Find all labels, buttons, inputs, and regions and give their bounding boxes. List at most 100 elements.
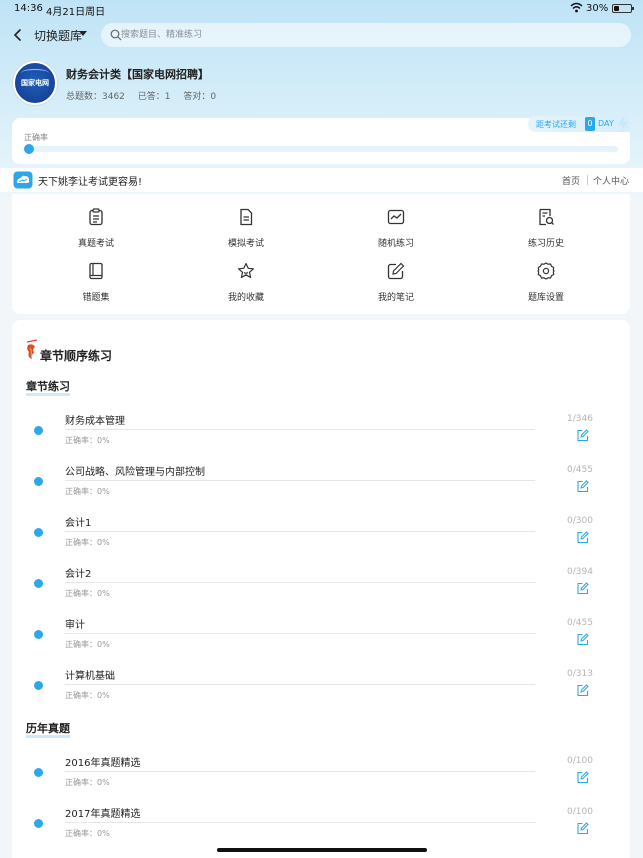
countdown-unit: DAY <box>598 119 614 128</box>
history-icon <box>539 208 554 226</box>
chapter-accuracy: 正确率：0% <box>65 436 110 445</box>
edit-icon[interactable] <box>576 771 589 784</box>
flag-icon <box>26 339 38 359</box>
bullet-dot <box>34 528 43 537</box>
clipboard-icon <box>89 208 103 226</box>
chapter-row[interactable]: 会计1 正确率：0% 0/300 <box>12 510 630 561</box>
section-heading: 章节顺序练习 <box>40 349 113 363</box>
chapter-count: 0/394 <box>567 567 593 577</box>
back-arrow-icon[interactable] <box>10 26 26 44</box>
edit-icon[interactable] <box>576 582 589 595</box>
countdown-days: 0 <box>585 117 595 131</box>
lightning-icon <box>618 116 628 132</box>
row-divider <box>65 429 535 430</box>
row-divider <box>65 684 535 685</box>
chapter-count: 0/100 <box>567 756 593 766</box>
battery-icon <box>612 4 634 13</box>
home-link[interactable]: 首页 <box>562 174 580 187</box>
chapter-row[interactable]: 审计 正确率：0% 0/455 <box>12 612 630 663</box>
slogan-bar: 天下姚李让考试更容易! 首页 个人中心 <box>0 168 643 192</box>
menu-label: 错题集 <box>82 293 110 303</box>
chapter-accuracy: 正确率：0% <box>65 589 110 598</box>
row-divider <box>65 531 535 532</box>
document-icon <box>240 208 253 226</box>
chapter-name: 会计1 <box>65 518 92 529</box>
menu-item-notes[interactable]: 我的笔记 <box>336 262 456 312</box>
bank-stats: 总题数：3462 已答：1 答对：0 <box>66 89 226 102</box>
correct-count: 答对：0 <box>183 92 217 102</box>
row-divider <box>65 771 535 772</box>
chapter-row[interactable]: 计算机基础 正确率：0% 0/313 <box>12 663 630 714</box>
menu-item-bank-settings[interactable]: 题库设置 <box>486 262 606 312</box>
menu-label: 模拟考试 <box>227 239 264 249</box>
edit-icon[interactable] <box>576 429 589 442</box>
logo-arc <box>21 69 49 77</box>
menu-label: 随机练习 <box>377 239 414 249</box>
chapter-count: 0/313 <box>567 669 593 679</box>
answered-count: 已答：1 <box>137 92 171 102</box>
chapter-accuracy: 正确率：0% <box>65 538 110 547</box>
chapter-count: 0/455 <box>567 618 593 628</box>
row-divider <box>65 633 535 634</box>
caret-down-icon[interactable] <box>79 31 87 36</box>
accuracy-progress-track <box>24 146 618 152</box>
chapter-row[interactable]: 会计2 正确率：0% 0/394 <box>12 561 630 612</box>
chapter-accuracy: 正确率：0% <box>65 691 110 700</box>
edit-icon[interactable] <box>576 633 589 646</box>
bullet-dot <box>34 477 43 486</box>
wifi-icon <box>570 2 583 13</box>
chapter-accuracy: 正确率：0% <box>65 487 110 496</box>
profile-link[interactable]: 个人中心 <box>593 174 629 187</box>
edit-icon[interactable] <box>576 684 589 697</box>
edit-icon[interactable] <box>576 822 589 835</box>
bullet-dot <box>34 768 43 777</box>
chapter-count: 1/346 <box>567 414 593 424</box>
chapter-row[interactable]: 2016年真题精选 正确率：0% 0/100 <box>12 750 630 801</box>
logo-text: 国家电网 <box>21 79 49 87</box>
row-divider <box>65 582 535 583</box>
chart-icon <box>387 209 405 225</box>
menu-item-mock-exam[interactable]: 模拟考试 <box>186 208 306 258</box>
feature-menu: 真题考试 模拟考试 随机练习 练习历史 错题集 我的收藏 我的笔记 题库设置 <box>12 194 630 314</box>
bullet-dot <box>34 630 43 639</box>
bullet-dot <box>34 579 43 588</box>
chapter-row[interactable]: 财务成本管理 正确率：0% 1/346 <box>12 408 630 459</box>
chapter-count: 0/455 <box>567 465 593 475</box>
bullet-dot <box>34 681 43 690</box>
menu-item-wrong-answers[interactable]: 错题集 <box>36 262 156 312</box>
chapter-name: 计算机基础 <box>65 671 115 682</box>
menu-label: 题库设置 <box>527 293 564 303</box>
countdown-label: 距考试还剩 <box>536 120 576 129</box>
slogan-text: 天下姚李让考试更容易! <box>38 177 143 188</box>
menu-label: 我的收藏 <box>227 293 264 303</box>
chapter-row[interactable]: 2017年真题精选 正确率：0% 0/100 <box>12 801 630 852</box>
switch-bank-button[interactable]: 切换题库 <box>34 27 82 44</box>
row-divider <box>65 822 535 823</box>
total-count: 总题数：3462 <box>66 92 125 102</box>
menu-item-favorites[interactable]: 我的收藏 <box>186 262 306 312</box>
edit-icon[interactable] <box>576 531 589 544</box>
chapter-accuracy: 正确率：0% <box>65 778 110 787</box>
chapter-count: 0/300 <box>567 516 593 526</box>
search-bar[interactable] <box>101 23 631 47</box>
menu-item-history[interactable]: 练习历史 <box>486 208 606 258</box>
menu-label: 我的笔记 <box>377 293 414 303</box>
menu-item-random-practice[interactable]: 随机练习 <box>336 208 456 258</box>
chapter-row[interactable]: 公司战略、风险管理与内部控制 正确率：0% 0/455 <box>12 459 630 510</box>
chapter-name: 财务成本管理 <box>65 416 125 427</box>
chapter-name: 公司战略、风险管理与内部控制 <box>65 467 205 478</box>
cloud-logo-icon <box>13 171 33 189</box>
menu-item-real-exam[interactable]: 真题考试 <box>36 208 156 258</box>
gear-icon <box>537 262 555 280</box>
exam-countdown: 距考试还剩 0 DAY <box>528 116 630 132</box>
search-input[interactable] <box>121 23 621 47</box>
edit-icon[interactable] <box>576 480 589 493</box>
star-icon <box>238 262 254 279</box>
chapter-name: 2016年真题精选 <box>65 758 141 769</box>
battery-percent: 30% <box>586 3 609 14</box>
note-edit-icon <box>387 262 405 280</box>
chapter-accuracy: 正确率：0% <box>65 829 110 838</box>
status-time: 14:36 <box>14 3 43 14</box>
chapter-count: 0/100 <box>567 807 593 817</box>
home-indicator[interactable] <box>217 848 427 852</box>
